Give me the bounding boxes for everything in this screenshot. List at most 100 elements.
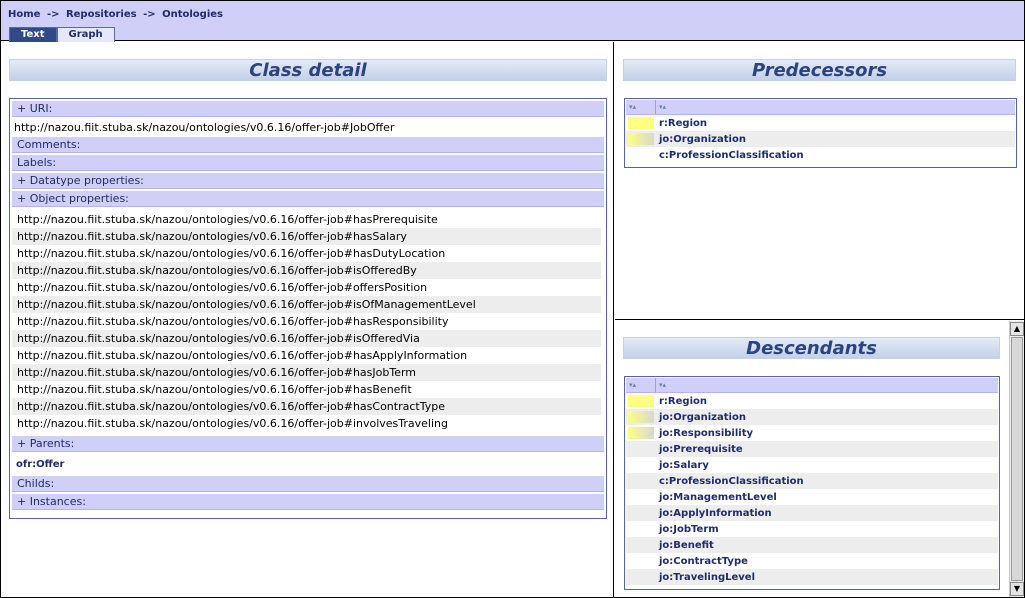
predecessor-row[interactable]: c:ProfessionClassification: [626, 147, 1015, 163]
relevance-marker: [628, 491, 654, 503]
relevance-marker: [628, 555, 654, 567]
object-property-item[interactable]: http://nazou.fiit.stuba.sk/nazou/ontolog…: [12, 313, 601, 330]
relevance-marker: [628, 411, 654, 423]
predecessors-table-header: ▾▴ ▾▴: [626, 100, 1015, 115]
class-detail-title: Class detail: [9, 59, 607, 81]
descendant-label[interactable]: c:ProfessionClassification: [657, 476, 804, 487]
relevance-marker: [628, 475, 654, 487]
descendant-row[interactable]: jo:ManagementLevel: [626, 489, 998, 505]
labels-section-header: Labels:: [12, 155, 604, 171]
descendant-label[interactable]: jo:Responsibility: [657, 428, 753, 439]
descendant-row[interactable]: jo:ApplyInformation: [626, 505, 998, 521]
descendant-row[interactable]: c:ProfessionClassification: [626, 473, 998, 489]
object-property-item[interactable]: http://nazou.fiit.stuba.sk/nazou/ontolog…: [12, 228, 601, 245]
predecessor-row[interactable]: jo:Organization: [626, 131, 1015, 147]
relevance-marker: [628, 149, 654, 161]
uri-section-header[interactable]: + URI:: [12, 101, 604, 117]
predecessor-row[interactable]: r:Region: [626, 115, 1015, 131]
descendant-label[interactable]: jo:Salary: [657, 460, 709, 471]
relevance-marker: [628, 117, 654, 129]
scroll-down-icon[interactable]: ▼: [1010, 582, 1024, 596]
relevance-marker: [628, 395, 654, 407]
descendant-label[interactable]: jo:JobTerm: [657, 524, 719, 535]
tab-text[interactable]: Text: [9, 27, 57, 42]
object-properties-list: http://nazou.fiit.stuba.sk/nazou/ontolog…: [12, 209, 604, 432]
object-property-item[interactable]: http://nazou.fiit.stuba.sk/nazou/ontolog…: [12, 398, 601, 415]
sort-icon[interactable]: ▾▴: [659, 103, 666, 111]
breadcrumb-separator: ->: [143, 9, 156, 20]
view-tabs: Text Graph: [9, 27, 115, 42]
predecessors-panel: Predecessors ▾▴ ▾▴ r:Region jo:Organizat…: [615, 42, 1024, 320]
name-column-header[interactable]: ▾▴: [656, 378, 998, 392]
childs-section-header: Childs:: [12, 476, 604, 492]
predecessors-title: Predecessors: [623, 59, 1016, 81]
name-column-header[interactable]: ▾▴: [656, 100, 1015, 114]
scrollbar-thumb[interactable]: [1011, 337, 1023, 581]
breadcrumb-ontologies[interactable]: Ontologies: [162, 9, 223, 20]
breadcrumb-repositories[interactable]: Repositories: [66, 9, 137, 20]
descendant-row[interactable]: jo:Organization: [626, 409, 998, 425]
class-detail-panel: Class detail + URI: http://nazou.fiit.st…: [1, 42, 614, 597]
object-property-item[interactable]: http://nazou.fiit.stuba.sk/nazou/ontolog…: [12, 415, 601, 432]
object-property-item[interactable]: http://nazou.fiit.stuba.sk/nazou/ontolog…: [12, 262, 601, 279]
relevance-marker: [628, 571, 654, 583]
parent-class-link[interactable]: ofr:Offer: [12, 454, 604, 476]
uri-value: http://nazou.fiit.stuba.sk/nazou/ontolog…: [14, 121, 395, 134]
datatype-properties-header[interactable]: + Datatype properties:: [12, 173, 604, 189]
relevance-marker: [628, 427, 654, 439]
descendants-scrollbar[interactable]: ▲ ▼: [1009, 321, 1024, 597]
sort-icon[interactable]: ▾▴: [659, 381, 666, 389]
relevance-marker: [628, 459, 654, 471]
descendants-panel: Descendants ▾▴ ▾▴ r:Region jo:Organizati…: [615, 321, 1024, 597]
object-property-item[interactable]: http://nazou.fiit.stuba.sk/nazou/ontolog…: [12, 296, 601, 313]
predecessor-label[interactable]: c:ProfessionClassification: [657, 150, 804, 161]
descendant-row[interactable]: jo:Benefit: [626, 537, 998, 553]
relevance-marker: [628, 133, 654, 145]
class-detail-box: + URI: http://nazou.fiit.stuba.sk/nazou/…: [9, 98, 607, 519]
descendant-row[interactable]: jo:ContractType: [626, 553, 998, 569]
descendant-label[interactable]: jo:Benefit: [657, 540, 714, 551]
breadcrumb-home[interactable]: Home: [8, 9, 40, 20]
scroll-up-icon[interactable]: ▲: [1010, 322, 1024, 336]
mark-column-header[interactable]: ▾▴: [626, 100, 656, 114]
descendant-row[interactable]: jo:Responsibility: [626, 425, 998, 441]
descendant-label[interactable]: jo:ApplyInformation: [657, 508, 772, 519]
descendants-table-header: ▾▴ ▾▴: [626, 378, 998, 393]
object-property-item[interactable]: http://nazou.fiit.stuba.sk/nazou/ontolog…: [12, 381, 601, 398]
descendants-table: ▾▴ ▾▴ r:Region jo:Organization jo:Respon…: [624, 376, 1000, 590]
descendant-row[interactable]: jo:JobTerm: [626, 521, 998, 537]
object-property-item[interactable]: http://nazou.fiit.stuba.sk/nazou/ontolog…: [12, 364, 601, 381]
breadcrumb: Home -> Repositories -> Ontologies: [8, 9, 223, 20]
descendant-label[interactable]: r:Region: [657, 396, 707, 407]
app-frame: Home -> Repositories -> Ontologies Text …: [0, 0, 1025, 598]
descendants-title: Descendants: [623, 337, 1000, 359]
relevance-marker: [628, 507, 654, 519]
breadcrumb-separator: ->: [46, 9, 60, 20]
descendant-row[interactable]: r:Region: [626, 393, 998, 409]
descendant-label[interactable]: jo:Organization: [657, 412, 746, 423]
predecessor-label[interactable]: jo:Organization: [657, 134, 746, 145]
sort-icon[interactable]: ▾▴: [629, 381, 636, 389]
object-property-item[interactable]: http://nazou.fiit.stuba.sk/nazou/ontolog…: [12, 245, 601, 262]
relevance-marker: [628, 443, 654, 455]
predecessor-label[interactable]: r:Region: [657, 118, 707, 129]
object-property-item[interactable]: http://nazou.fiit.stuba.sk/nazou/ontolog…: [12, 330, 601, 347]
descendant-label[interactable]: jo:Prerequisite: [657, 444, 743, 455]
parents-section-header[interactable]: + Parents:: [12, 436, 604, 452]
object-property-item[interactable]: http://nazou.fiit.stuba.sk/nazou/ontolog…: [12, 279, 601, 296]
object-property-item[interactable]: http://nazou.fiit.stuba.sk/nazou/ontolog…: [12, 347, 601, 364]
sort-icon[interactable]: ▾▴: [629, 103, 636, 111]
predecessors-table: ▾▴ ▾▴ r:Region jo:Organization c:Profess…: [624, 98, 1017, 168]
relevance-marker: [628, 539, 654, 551]
descendant-row[interactable]: jo:TravelingLevel: [626, 569, 998, 585]
descendant-label[interactable]: jo:ContractType: [657, 556, 748, 567]
descendant-label[interactable]: jo:ManagementLevel: [657, 492, 777, 503]
object-property-item[interactable]: http://nazou.fiit.stuba.sk/nazou/ontolog…: [12, 211, 601, 228]
descendant-row[interactable]: jo:Salary: [626, 457, 998, 473]
descendant-label[interactable]: jo:TravelingLevel: [657, 572, 755, 583]
mark-column-header[interactable]: ▾▴: [626, 378, 656, 392]
instances-section-header[interactable]: + Instances:: [12, 494, 604, 510]
object-properties-header[interactable]: + Object properties:: [12, 191, 604, 207]
descendant-row[interactable]: jo:Prerequisite: [626, 441, 998, 457]
tab-graph[interactable]: Graph: [56, 27, 115, 42]
